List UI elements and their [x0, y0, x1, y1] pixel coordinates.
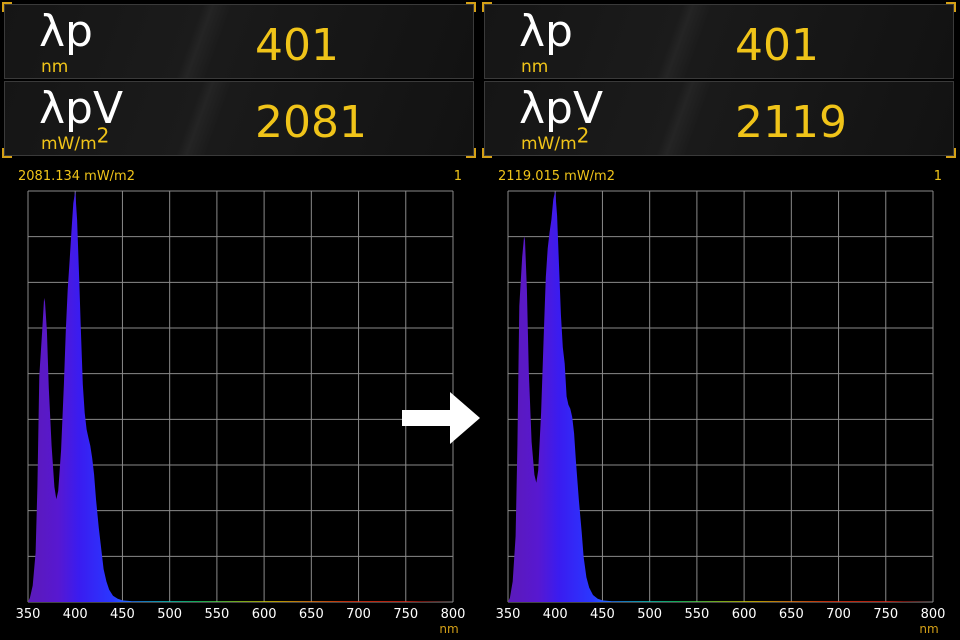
corner-bracket: [466, 2, 476, 12]
x-tick-label: 400: [543, 607, 568, 622]
irradiance-readout: 2081.134 mW/m2: [18, 169, 135, 184]
lambda-p-value: 401: [735, 20, 819, 71]
left-panel: λp nm 401 λpV mW/m2 2081 2081.134 mW/m2 …: [0, 0, 478, 640]
x-tick-label: 350: [16, 607, 41, 622]
measurement-number: 1: [933, 169, 942, 184]
lambda-pv-box: λpV mW/m2 2081: [2, 81, 476, 158]
lambda-pv-unit: mW/m2: [521, 123, 590, 154]
x-tick-label: 800: [921, 607, 946, 622]
x-tick-label: 650: [779, 607, 804, 622]
lambda-pv-unit: mW/m2: [41, 123, 110, 154]
lambda-p-value: 401: [255, 20, 339, 71]
x-tick-label: 500: [637, 607, 662, 622]
corner-bracket: [482, 2, 492, 12]
corner-bracket: [2, 2, 12, 12]
irradiance-readout: 2119.015 mW/m2: [498, 169, 615, 184]
corner-bracket: [2, 148, 12, 158]
right-panel: λp nm 401 λpV mW/m2 2119 2119.015 mW/m2 …: [480, 0, 958, 640]
lambda-p-symbol: λp: [519, 6, 573, 57]
x-tick-label: 550: [684, 607, 709, 622]
x-tick-label: 450: [110, 607, 135, 622]
x-tick-label: 650: [299, 607, 324, 622]
x-tick-label: 600: [732, 607, 757, 622]
x-tick-label: 550: [204, 607, 229, 622]
lambda-pv-value: 2119: [735, 97, 847, 148]
lambda-p-box: λp nm 401: [2, 2, 476, 79]
lambda-p-box: λp nm 401: [482, 2, 956, 79]
corner-bracket: [482, 148, 492, 158]
x-tick-label: 600: [252, 607, 277, 622]
measurement-number: 1: [453, 169, 462, 184]
lambda-pv-symbol: λpV: [519, 83, 604, 134]
corner-bracket: [946, 148, 956, 158]
corner-bracket: [946, 2, 956, 12]
x-tick-label: 700: [346, 607, 371, 622]
lambda-p-unit: nm: [521, 57, 549, 77]
x-tick-label: 400: [63, 607, 88, 622]
x-axis-unit-label: nm: [439, 622, 458, 636]
right-arrow-icon: [402, 392, 480, 444]
x-tick-label: 450: [590, 607, 615, 622]
x-tick-label: 350: [496, 607, 521, 622]
lambda-p-unit: nm: [41, 57, 69, 77]
lambda-pv-box: λpV mW/m2 2119: [482, 81, 956, 158]
x-tick-label: 800: [441, 607, 466, 622]
lambda-pv-symbol: λpV: [39, 83, 124, 134]
x-tick-label: 500: [157, 607, 182, 622]
x-tick-label: 750: [393, 607, 418, 622]
corner-bracket: [466, 148, 476, 158]
x-tick-label: 700: [826, 607, 851, 622]
lambda-p-symbol: λp: [39, 6, 93, 57]
spectrum-chart: 350 400 450 500 550 600 650 700 750 800nm: [496, 190, 946, 636]
x-axis-unit-label: nm: [919, 622, 938, 636]
x-tick-label: 750: [873, 607, 898, 622]
lambda-pv-value: 2081: [255, 97, 367, 148]
